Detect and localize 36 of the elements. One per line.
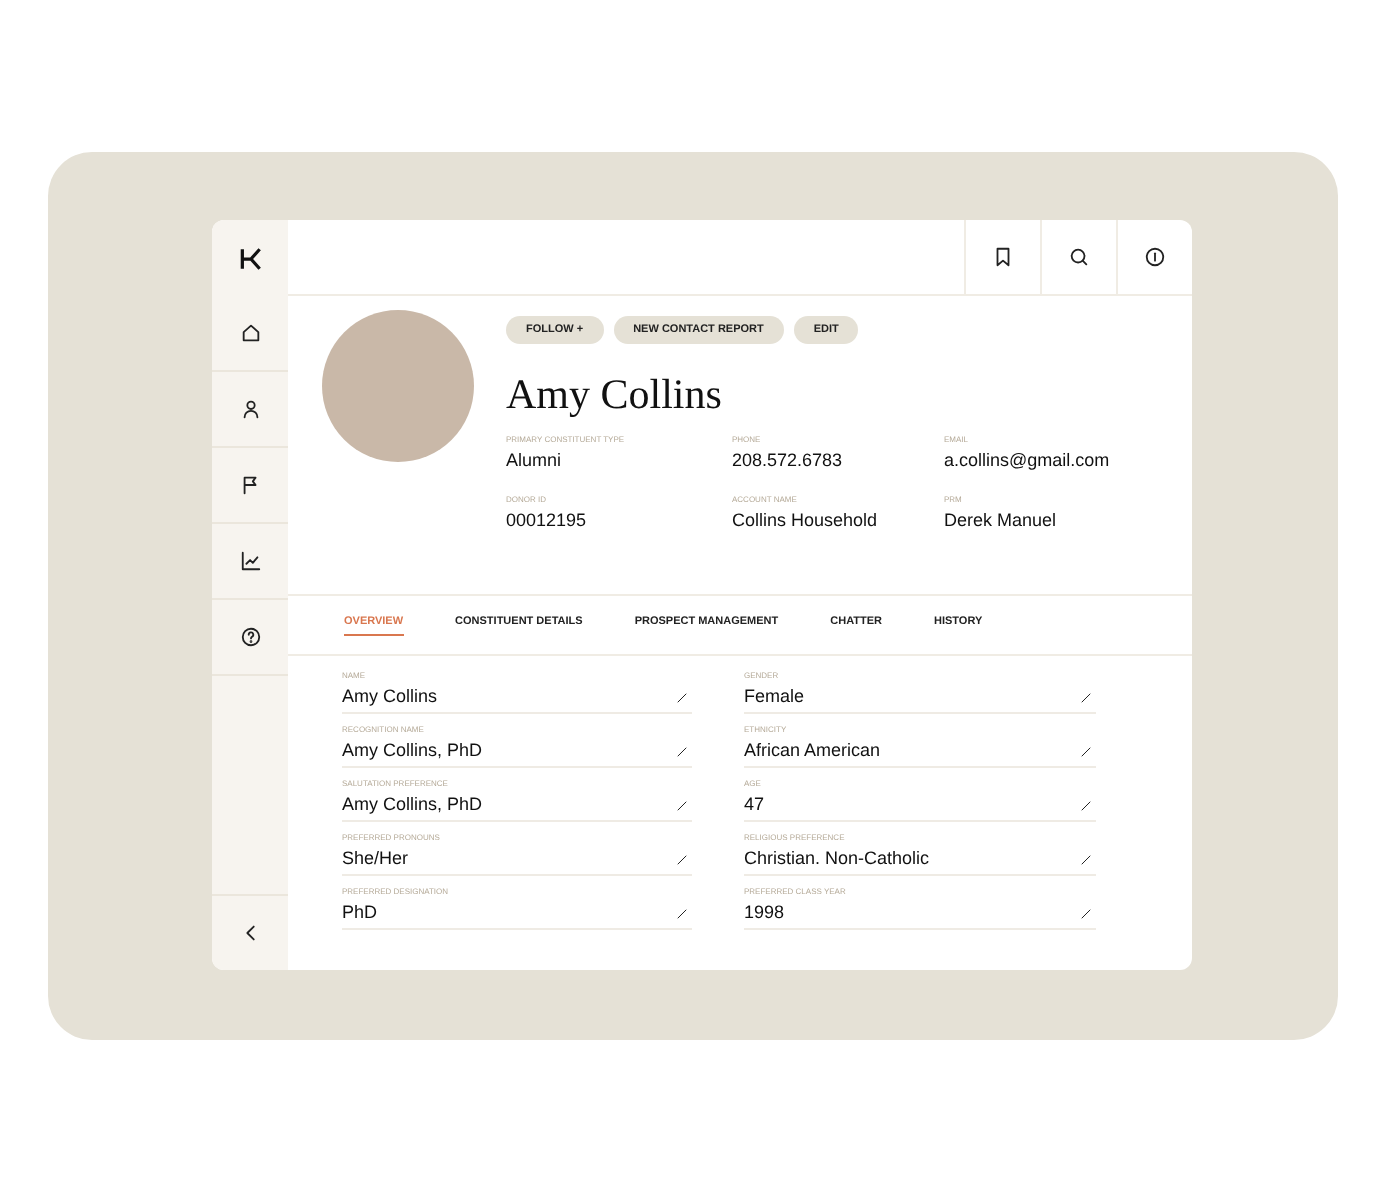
field-value: 47 [744, 796, 765, 814]
home-icon [239, 322, 261, 344]
chart-icon [239, 550, 261, 572]
field-value: a.collins@gmail.com [944, 452, 1112, 470]
field-value: Amy Collins, PhD [342, 796, 483, 814]
bookmark-icon [992, 246, 1014, 268]
field-value: 1998 [744, 904, 785, 922]
field-value: She/Her [342, 850, 409, 868]
field-value: Derek Manuel [944, 512, 1059, 530]
pencil-icon [676, 691, 688, 703]
info-icon [1144, 246, 1166, 268]
pencil-icon [676, 799, 688, 811]
search-icon [1068, 246, 1090, 268]
pencil-icon [1080, 745, 1092, 757]
field-value: Female [744, 688, 805, 706]
pencil-icon [1080, 691, 1092, 703]
field-value: Amy Collins, PhD [342, 742, 483, 760]
pencil-icon [676, 745, 688, 757]
logo-icon [237, 245, 263, 271]
flag-icon [239, 474, 261, 496]
field-value: Christian. Non-Catholic [744, 850, 930, 868]
pencil-icon [676, 907, 688, 919]
field-value: Collins Household [732, 512, 880, 530]
pencil-icon [676, 853, 688, 865]
help-icon [239, 626, 261, 648]
field-value: African American [744, 742, 881, 760]
pencil-icon [1080, 907, 1092, 919]
field-value: PhD [342, 904, 378, 922]
field-value: 00012195 [506, 512, 589, 530]
field-value: Amy Collins [342, 688, 438, 706]
field-value: Alumni [506, 452, 564, 470]
pencil-icon [1080, 853, 1092, 865]
field-value: 208.572.6783 [732, 452, 845, 470]
pencil-icon [1080, 799, 1092, 811]
person-icon [239, 398, 261, 420]
profile-name: Amy Collins [506, 374, 724, 416]
